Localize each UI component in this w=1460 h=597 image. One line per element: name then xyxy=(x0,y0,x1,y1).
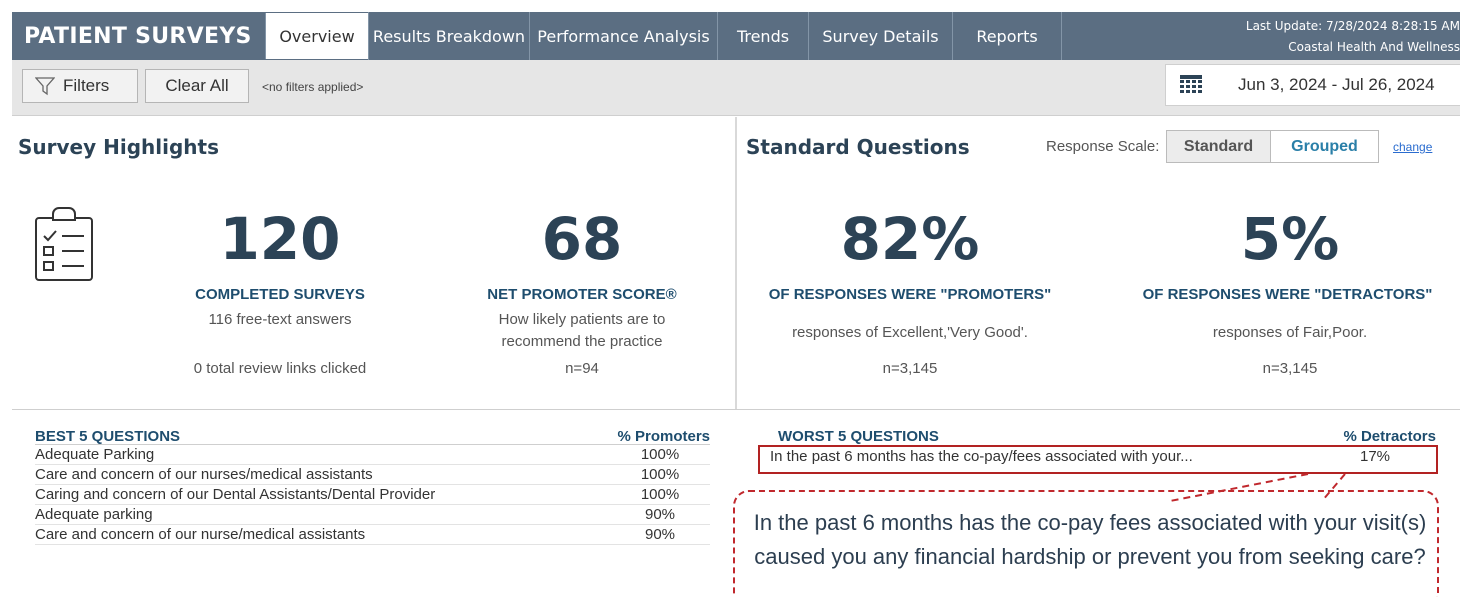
callout-text: In the past 6 months has the co-pay fees… xyxy=(753,510,1427,569)
